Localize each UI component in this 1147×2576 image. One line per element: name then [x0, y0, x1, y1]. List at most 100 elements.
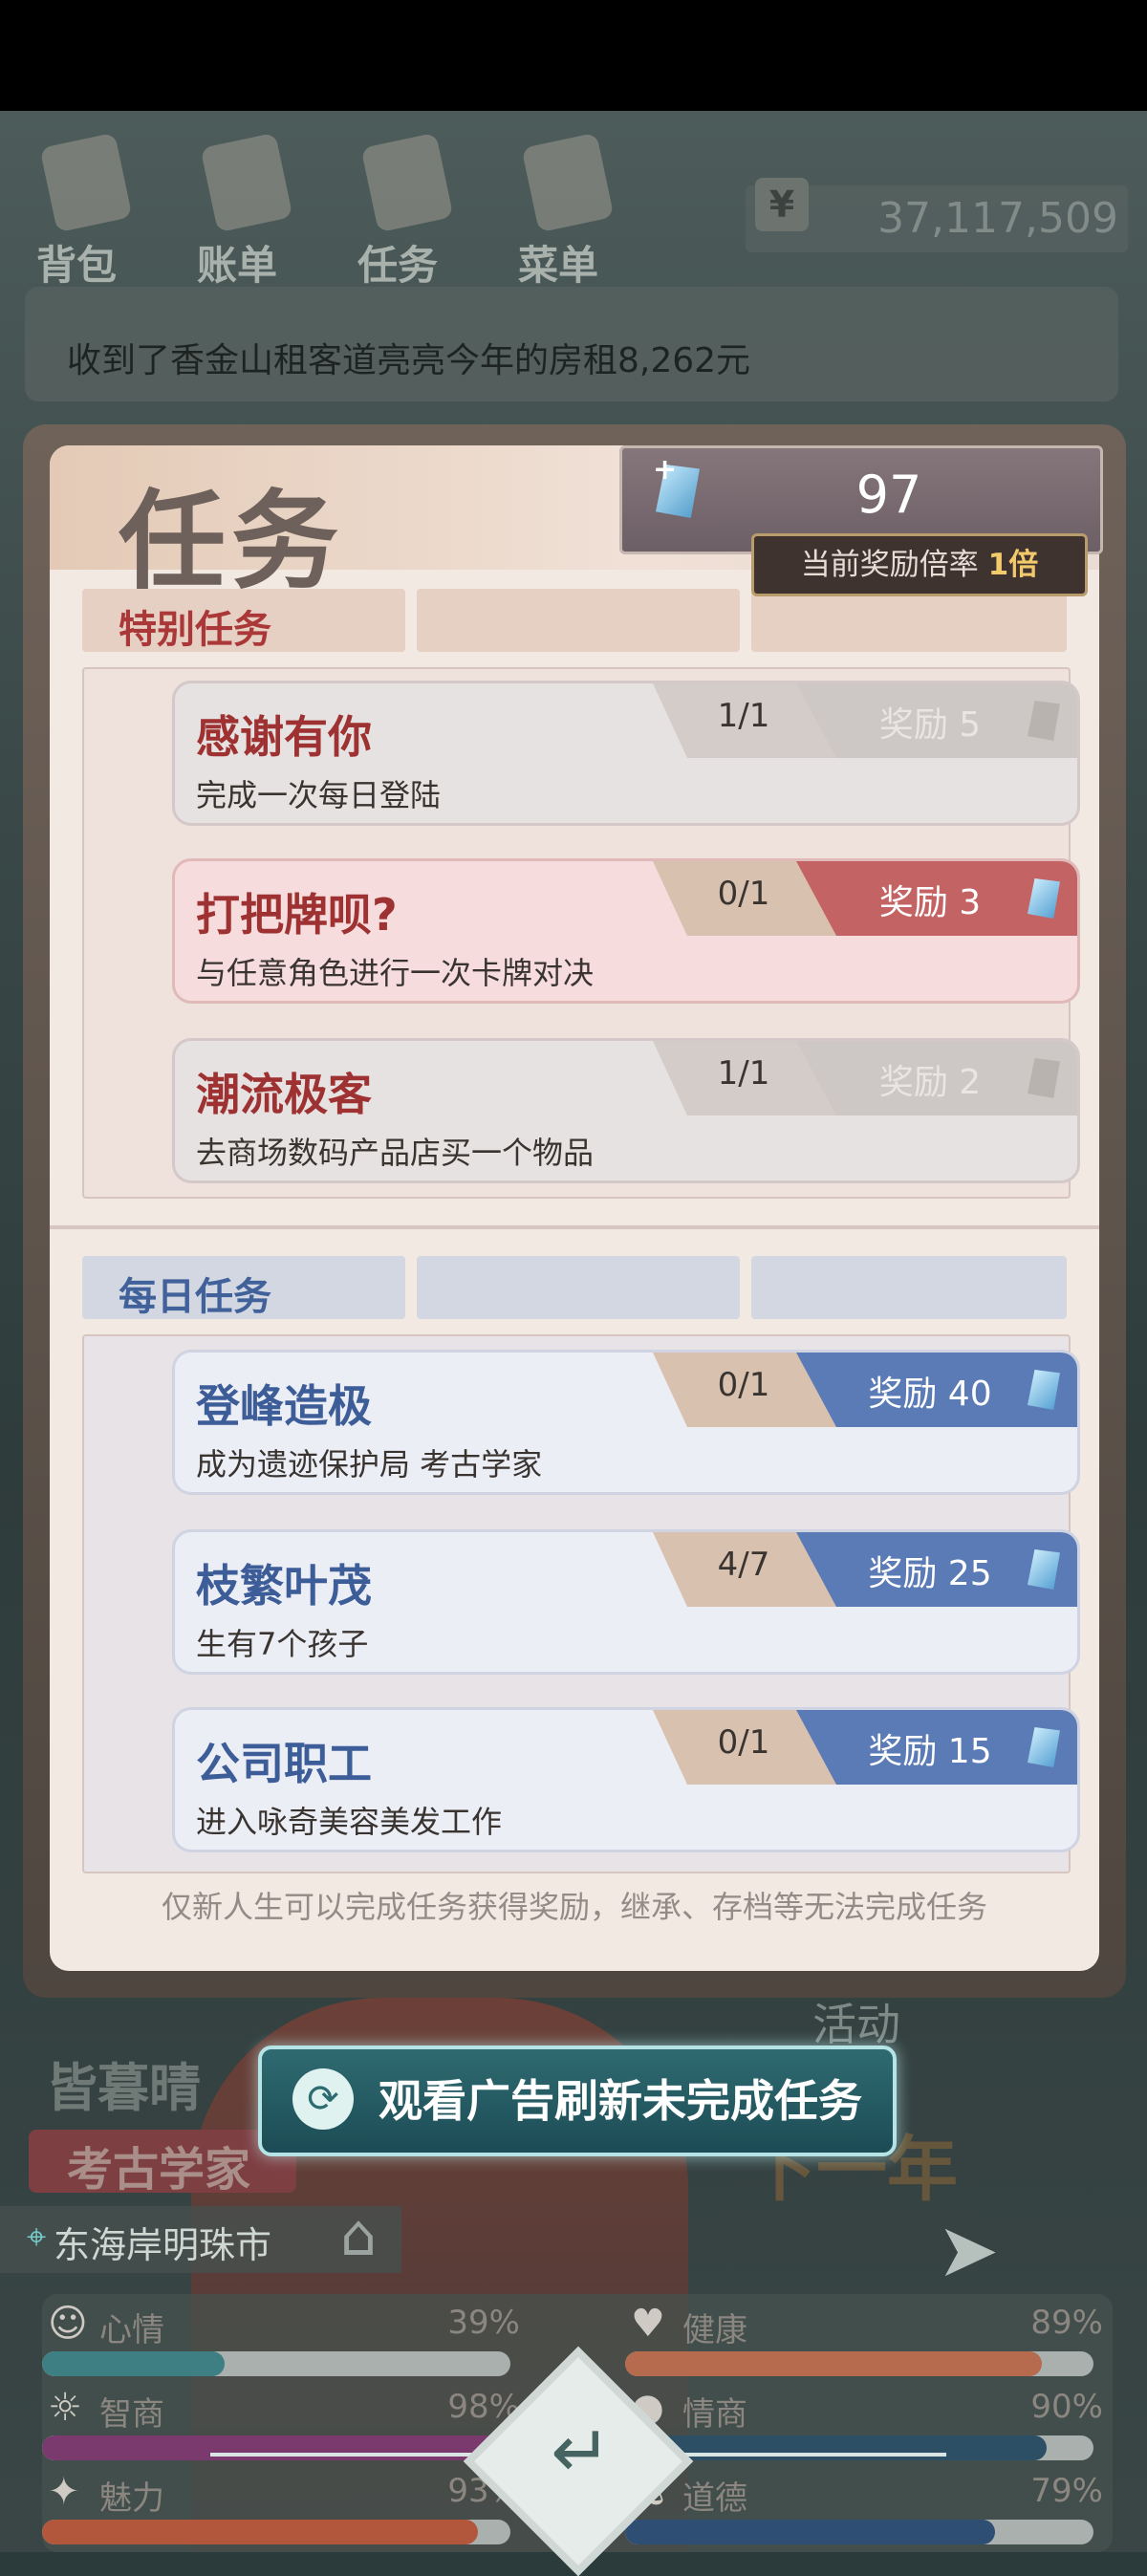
task-title: 登峰造极	[196, 1380, 372, 1432]
stat-name: 情商	[682, 2395, 747, 2434]
nav-backpack[interactable]: 背包	[10, 130, 143, 289]
task-card[interactable]: 公司职工 进入咏奇美容美发工作 0/1 奖励 15	[172, 1707, 1080, 1852]
task-panel: 任务 特别任务 感谢有你 完成一次每日登陆 1/1 奖励 5 打把牌呗? 与任意…	[50, 445, 1099, 1971]
stat-bar	[42, 2351, 510, 2376]
stat-bar	[625, 2351, 1093, 2376]
daily-section-tab: 每日任务	[82, 1256, 405, 1319]
stat-value: 89%	[1030, 2304, 1103, 2342]
task-icon	[360, 132, 454, 233]
nav-bill[interactable]: 账单	[170, 130, 304, 289]
section-tab-blank	[751, 1256, 1067, 1319]
stat-fill	[42, 2520, 478, 2544]
sparkle-icon: ✦	[48, 2470, 80, 2514]
task-desc: 完成一次每日登陆	[196, 777, 442, 813]
panel-footnote: 仅新人生可以完成任务获得奖励，继承、存档等无法完成任务	[161, 1889, 987, 1925]
task-title: 公司职工	[196, 1738, 372, 1789]
nav-menu-label: 菜单	[517, 242, 598, 289]
stat-mood: ☺ 心情 39%	[42, 2302, 520, 2378]
status-bar	[0, 0, 1147, 111]
heart-icon: ♥	[631, 2302, 665, 2346]
stat-bar	[625, 2520, 1093, 2544]
task-reward: 奖励 15	[868, 1732, 992, 1771]
stat-fill	[42, 2351, 226, 2376]
character-name: 皆暮晴	[46, 2058, 201, 2118]
nav-bill-label: 账单	[196, 242, 277, 289]
task-title: 枝繁叶茂	[196, 1560, 372, 1612]
decor-line-left	[210, 2453, 497, 2457]
location-label: 东海岸明珠市	[54, 2224, 272, 2266]
smile-icon: ☺	[48, 2302, 88, 2346]
stat-health: ♥ 健康 89%	[625, 2302, 1103, 2378]
stat-bar	[42, 2435, 510, 2460]
task-desc: 成为遗迹保护局 考古学家	[196, 1446, 543, 1483]
task-card[interactable]: 感谢有你 完成一次每日登陆 1/1 奖励 5	[172, 681, 1080, 826]
task-card[interactable]: 打把牌呗? 与任意角色进行一次卡牌对决 0/1 奖励 3	[172, 858, 1080, 1004]
stat-value: 39%	[447, 2304, 520, 2342]
task-progress: 0/1	[717, 1723, 770, 1762]
job-label: 考古学家	[67, 2143, 251, 2197]
yen-icon: ¥	[755, 178, 809, 231]
return-icon: ↵	[551, 2409, 612, 2494]
watch-ad-refresh-label: 观看广告刷新未完成任务	[379, 2075, 862, 2127]
reward-multiplier: 当前奖励倍率 1倍	[751, 533, 1088, 596]
stat-name: 道德	[682, 2479, 747, 2518]
stat-name: 健康	[682, 2311, 747, 2349]
task-desc: 生有7个孩子	[196, 1626, 369, 1662]
section-tab-blank	[417, 589, 740, 652]
special-section-tab: 特别任务	[82, 589, 405, 652]
money-amount: 37,117,509	[877, 194, 1118, 243]
event-notice: 收到了香金山租客道亮亮今年的房租8,262元	[25, 287, 1118, 401]
panel-title: 任务	[119, 480, 344, 604]
stat-value: 79%	[1030, 2472, 1103, 2510]
task-desc: 进入咏奇美容美发工作	[196, 1804, 503, 1840]
nav-task[interactable]: 任务	[331, 130, 465, 289]
task-reward: 奖励 2	[878, 1063, 982, 1102]
stat-name: 心情	[99, 2311, 164, 2349]
task-reward: 奖励 25	[868, 1554, 992, 1593]
task-reward: 奖励 3	[878, 883, 982, 922]
stat-name: 魅力	[99, 2479, 164, 2518]
nav-menu[interactable]: 菜单	[491, 130, 625, 289]
task-card[interactable]: 潮流极客 去商场数码产品店买一个物品 1/1 奖励 2	[172, 1038, 1080, 1183]
top-nav: 背包 账单 任务 菜单 ¥ 37,117,509	[0, 111, 1147, 289]
multiplier-value: 1倍	[987, 548, 1039, 582]
stat-fill	[625, 2351, 1043, 2376]
task-progress: 0/1	[717, 1366, 770, 1404]
task-desc: 与任意角色进行一次卡牌对决	[196, 955, 595, 991]
stat-fill	[42, 2435, 502, 2460]
menu-icon	[521, 132, 615, 233]
task-progress: 1/1	[717, 697, 770, 735]
section-divider	[50, 1225, 1099, 1229]
stat-value: 90%	[1030, 2388, 1103, 2426]
task-progress: 1/1	[717, 1054, 770, 1093]
task-progress: 4/7	[717, 1546, 770, 1584]
task-reward: 奖励 5	[878, 705, 982, 745]
task-reward: 奖励 40	[868, 1375, 992, 1414]
stat-eq: ● 情商 90%	[625, 2386, 1103, 2462]
stat-bar	[625, 2435, 1093, 2460]
bill-icon	[200, 132, 293, 233]
stat-iq: ☼ 智商 98%	[42, 2386, 520, 2462]
task-card[interactable]: 枝繁叶茂 生有7个孩子 4/7 奖励 25	[172, 1529, 1080, 1675]
special-section-label: 特别任务	[119, 608, 271, 652]
task-progress: 0/1	[717, 875, 770, 913]
daily-section-label: 每日任务	[119, 1275, 271, 1319]
refresh-play-icon: ⟳	[292, 2068, 354, 2130]
add-gem-icon[interactable]: +	[653, 453, 677, 487]
activity-label[interactable]: 活动	[812, 1990, 900, 2053]
home-icon[interactable]: ⌂	[340, 2202, 377, 2269]
stat-name: 智商	[99, 2395, 164, 2434]
nav-backpack-label: 背包	[35, 242, 117, 289]
paper-plane-icon[interactable]: ➤	[937, 2208, 999, 2294]
task-title: 感谢有你	[196, 711, 372, 763]
task-title: 打把牌呗?	[196, 889, 398, 941]
nav-task-label: 任务	[357, 242, 438, 289]
task-card[interactable]: 登峰造极 成为遗迹保护局 考古学家 0/1 奖励 40	[172, 1350, 1080, 1495]
stat-fill	[625, 2520, 996, 2544]
task-title: 潮流极客	[196, 1069, 372, 1120]
stat-morality: ⚖ 道德 79%	[625, 2470, 1103, 2546]
bulb-icon: ☼	[48, 2386, 82, 2430]
stat-charm: ✦ 魅力 93%	[42, 2470, 520, 2546]
multiplier-label: 当前奖励倍率	[800, 548, 979, 582]
decor-line-right	[660, 2453, 946, 2457]
